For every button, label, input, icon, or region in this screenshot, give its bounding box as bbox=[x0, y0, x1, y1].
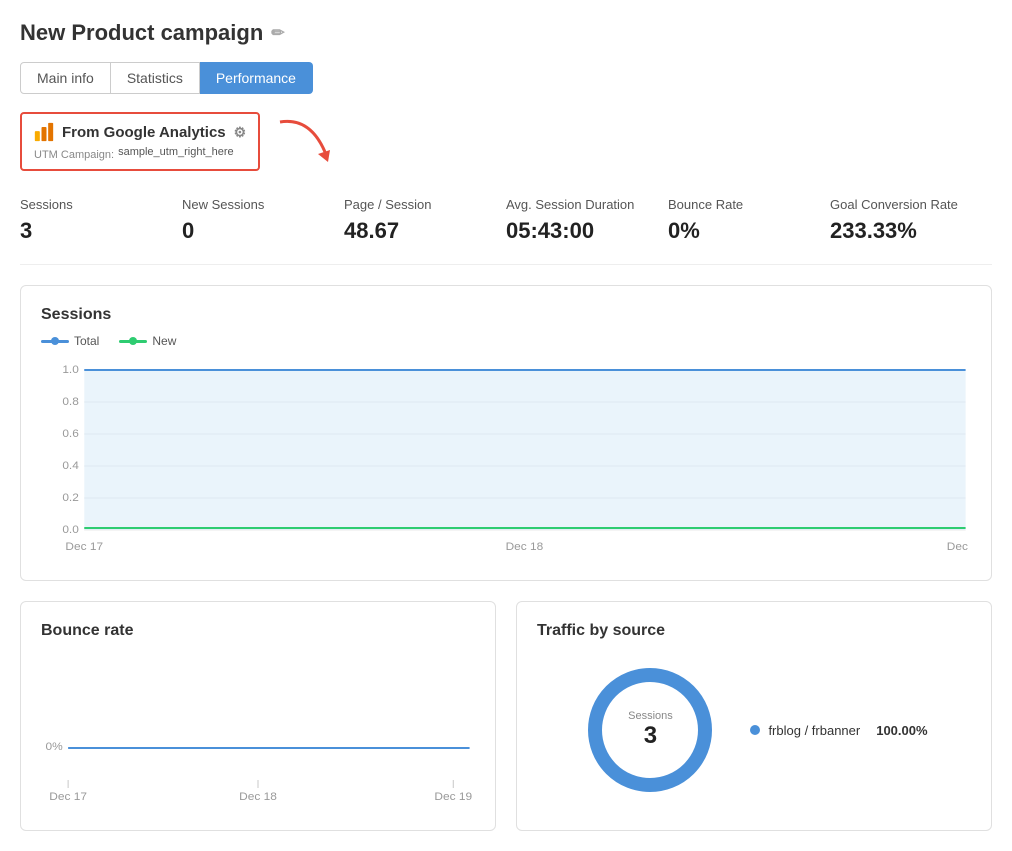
tab-main-info[interactable]: Main info bbox=[20, 62, 111, 94]
svg-text:Dec 19: Dec 19 bbox=[947, 541, 971, 553]
svg-text:Dec 18: Dec 18 bbox=[239, 791, 277, 803]
traffic-legend-item-0: frblog / frbanner 100.00% bbox=[750, 723, 927, 738]
sessions-chart-container: 1.0 0.8 0.6 0.4 0.2 0.0 Dec 17 Dec 18 De… bbox=[41, 360, 971, 560]
traffic-legend-dot-0 bbox=[750, 725, 760, 735]
metric-page-session: Page / Session 48.67 bbox=[344, 197, 506, 244]
metric-value: 233.33% bbox=[830, 218, 972, 244]
svg-text:0.6: 0.6 bbox=[62, 428, 79, 440]
svg-text:Dec 18: Dec 18 bbox=[506, 541, 544, 553]
metric-label: New Sessions bbox=[182, 197, 324, 212]
donut-area: Sessions 3 frblog / frbanner 100.00% bbox=[537, 660, 971, 800]
metric-label: Sessions bbox=[20, 197, 162, 212]
metric-value: 0% bbox=[668, 218, 810, 244]
svg-text:Dec 17: Dec 17 bbox=[65, 541, 103, 553]
traffic-source-title: Traffic by source bbox=[537, 622, 971, 640]
donut-sessions-text: Sessions bbox=[628, 710, 673, 722]
svg-text:0.0: 0.0 bbox=[62, 524, 79, 536]
legend-total: Total bbox=[41, 334, 99, 348]
bounce-chart-svg: 0% Dec 17 Dec 18 Dec 19 bbox=[41, 650, 475, 810]
metrics-row: Sessions 3 New Sessions 0 Page / Session… bbox=[20, 197, 992, 265]
traffic-legend-label-0: frblog / frbanner bbox=[768, 723, 860, 738]
analytics-row: From Google Analytics ⚙ UTM Campaign: sa… bbox=[20, 112, 260, 177]
arrow-annotation bbox=[270, 112, 350, 172]
google-analytics-icon bbox=[34, 122, 54, 142]
traffic-legend: frblog / frbanner 100.00% bbox=[750, 723, 927, 738]
tabs-container: Main info Statistics Performance bbox=[20, 62, 992, 94]
legend-new-line bbox=[119, 340, 147, 343]
bottom-charts: Bounce rate 0% Dec 17 Dec 18 Dec 19 Traf… bbox=[20, 601, 992, 831]
edit-icon[interactable]: ✏ bbox=[271, 23, 284, 43]
legend-new-label: New bbox=[152, 334, 176, 348]
tab-performance[interactable]: Performance bbox=[200, 62, 313, 94]
metric-label: Bounce Rate bbox=[668, 197, 810, 212]
metric-value: 3 bbox=[20, 218, 162, 244]
metric-value: 0 bbox=[182, 218, 324, 244]
svg-text:0.8: 0.8 bbox=[62, 396, 79, 408]
sessions-chart-title: Sessions bbox=[41, 306, 971, 324]
tab-statistics[interactable]: Statistics bbox=[111, 62, 200, 94]
analytics-source-label: From Google Analytics bbox=[62, 124, 226, 141]
sessions-chart-svg: 1.0 0.8 0.6 0.4 0.2 0.0 Dec 17 Dec 18 De… bbox=[41, 360, 971, 560]
svg-text:0.2: 0.2 bbox=[62, 492, 79, 504]
donut-label: Sessions 3 bbox=[628, 710, 673, 750]
utm-value: sample_utm_right_here bbox=[118, 146, 234, 161]
gear-icon[interactable]: ⚙ bbox=[234, 124, 247, 141]
metric-new-sessions: New Sessions 0 bbox=[182, 197, 344, 244]
utm-label: UTM Campaign: bbox=[34, 149, 114, 161]
donut-wrapper: Sessions 3 bbox=[580, 660, 720, 800]
svg-text:Dec 19: Dec 19 bbox=[434, 791, 472, 803]
bounce-rate-card: Bounce rate 0% Dec 17 Dec 18 Dec 19 bbox=[20, 601, 496, 831]
traffic-source-card: Traffic by source Sessions 3 frblog / fr… bbox=[516, 601, 992, 831]
svg-text:1.0: 1.0 bbox=[62, 364, 79, 376]
donut-sessions-value: 3 bbox=[628, 722, 673, 750]
metric-avg-session: Avg. Session Duration 05:43:00 bbox=[506, 197, 668, 244]
analytics-source-box: From Google Analytics ⚙ UTM Campaign: sa… bbox=[20, 112, 260, 171]
metric-label: Avg. Session Duration bbox=[506, 197, 648, 212]
metric-label: Page / Session bbox=[344, 197, 486, 212]
title-text: New Product campaign bbox=[20, 20, 263, 46]
metric-sessions: Sessions 3 bbox=[20, 197, 182, 244]
svg-text:0%: 0% bbox=[45, 741, 62, 753]
bounce-chart-container: 0% Dec 17 Dec 18 Dec 19 bbox=[41, 650, 475, 810]
metric-value: 48.67 bbox=[344, 218, 486, 244]
legend-new: New bbox=[119, 334, 176, 348]
bounce-rate-title: Bounce rate bbox=[41, 622, 475, 640]
sessions-chart-legend: Total New bbox=[41, 334, 971, 348]
page-title: New Product campaign ✏ bbox=[20, 20, 992, 46]
legend-total-line bbox=[41, 340, 69, 343]
utm-row: UTM Campaign: sample_utm_right_here bbox=[34, 146, 246, 161]
metric-goal-conversion: Goal Conversion Rate 233.33% bbox=[830, 197, 992, 244]
analytics-source-header: From Google Analytics ⚙ bbox=[34, 122, 246, 142]
svg-text:Dec 17: Dec 17 bbox=[49, 791, 87, 803]
metric-bounce-rate: Bounce Rate 0% bbox=[668, 197, 830, 244]
svg-text:0.4: 0.4 bbox=[62, 460, 79, 472]
legend-total-label: Total bbox=[74, 334, 99, 348]
traffic-legend-percent-0: 100.00% bbox=[876, 723, 927, 738]
metric-value: 05:43:00 bbox=[506, 218, 648, 244]
sessions-chart-card: Sessions Total New 1.0 0.8 0.6 bbox=[20, 285, 992, 581]
metric-label: Goal Conversion Rate bbox=[830, 197, 972, 212]
